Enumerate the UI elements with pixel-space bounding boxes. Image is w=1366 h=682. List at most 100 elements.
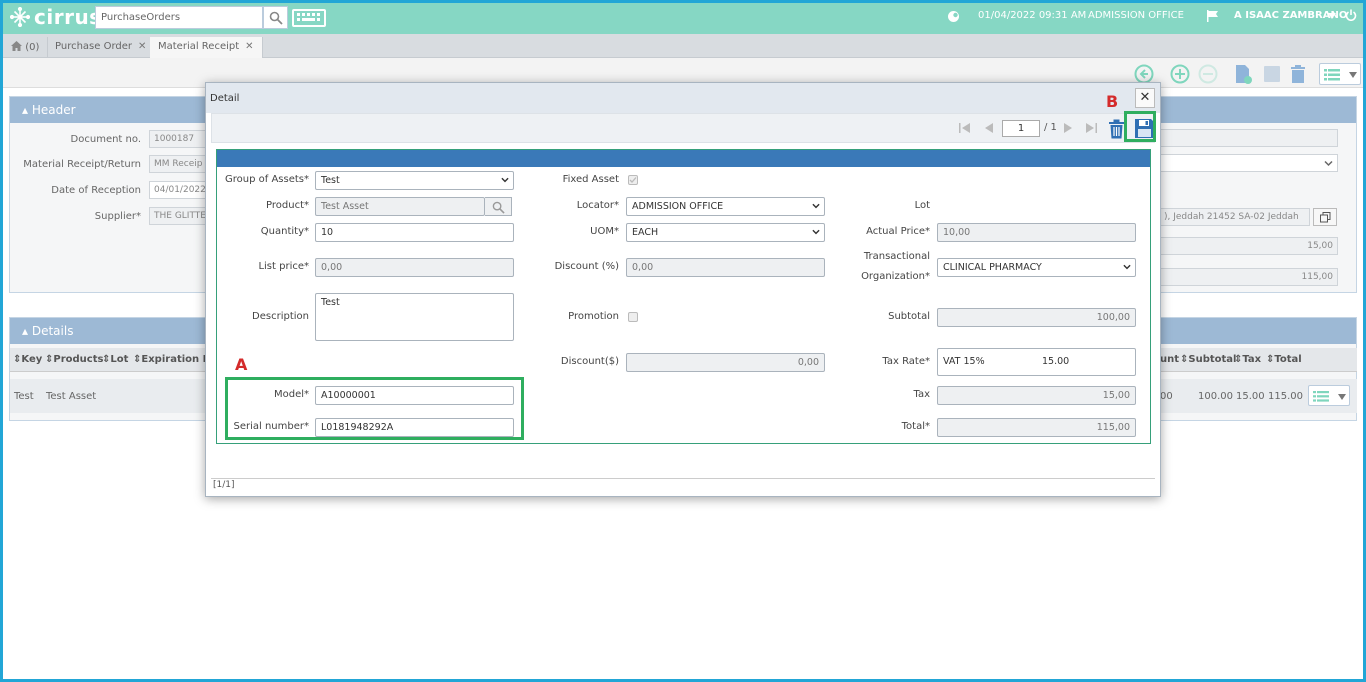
close-button[interactable]: ✕ [1135,88,1155,108]
page-total: / 1 [1044,122,1057,133]
header-field-blank[interactable] [1159,129,1338,147]
dialog-toolbar: 1 / 1 [211,113,1155,143]
promotion-checkbox[interactable] [628,312,638,322]
chevron-down-icon [1349,72,1357,78]
fixed-asset-checkbox[interactable] [628,175,638,185]
trash-icon[interactable] [1289,64,1307,84]
group-of-assets-value: Test [321,175,340,186]
list-menu-button[interactable] [1319,63,1361,85]
transactional-organization-select[interactable]: CLINICAL PHARMACY [937,258,1136,277]
snowflake-logo-icon [10,7,30,27]
global-search-input[interactable]: PurchaseOrders [95,6,263,29]
close-icon[interactable]: ✕ [245,41,253,52]
column-amount[interactable]: unt [1160,354,1179,365]
back-icon[interactable] [1134,64,1154,84]
date-of-reception-field[interactable]: 04/01/2022 [149,181,209,199]
keyboard-icon[interactable] [292,9,326,27]
subtotal-label: Subtotal [888,311,930,322]
row-product: Test Asset [46,391,97,402]
table-row[interactable]: 00 100.00 15.00 115.00 [1160,379,1357,413]
tab-home[interactable]: (0) [3,37,49,58]
check-icon [629,177,637,183]
promotion-label: Promotion [568,311,619,322]
search-icon [492,201,505,214]
delete-icon[interactable] [1108,119,1125,139]
discount-percent-field[interactable]: 0,00 [626,258,825,277]
last-page-icon[interactable] [1085,123,1097,133]
transactional-organization-value: CLINICAL PHARMACY [943,262,1042,273]
description-textarea[interactable]: Test [315,293,514,341]
discount-percent-label: Discount (%) [554,261,619,272]
date-of-reception-label: Date of Reception [51,185,141,196]
tax-rate-value: 15.00 [1042,356,1070,367]
discount-amount-field[interactable]: 0,00 [626,353,825,372]
copy-button[interactable] [1313,208,1337,226]
tab-material-receipt[interactable]: Material Receipt ✕ [150,37,263,58]
tab-purchase-order[interactable]: Purchase Order ✕ [47,37,156,58]
tax-rate-name: VAT 15% [943,356,985,367]
app-logo[interactable]: cirrus [10,5,102,29]
material-receipt-select[interactable]: MM Receip [149,155,209,173]
next-page-icon[interactable] [1063,123,1072,133]
add-icon[interactable] [1170,64,1190,84]
power-icon[interactable] [1345,9,1357,21]
globe-icon[interactable] [947,10,960,23]
tab-purchase-order-label: Purchase Order [55,41,133,52]
subtotal-field[interactable]: 100,00 [937,308,1136,327]
location-text[interactable]: ADMISSION OFFICE [1088,10,1184,21]
new-document-icon[interactable] [1233,64,1253,84]
annotation-label-b: B [1106,92,1119,111]
product-label: Product* [266,200,309,211]
chevron-down-icon [1324,160,1333,167]
fixed-asset-label: Fixed Asset [562,174,619,185]
header-amount-1[interactable]: 15,00 [1159,237,1338,255]
page-number-input[interactable]: 1 [1002,120,1040,137]
row-key: Test [14,391,34,402]
table-row[interactable]: Test Test Asset [10,379,206,413]
document-no-field[interactable]: 1000187 [149,130,209,148]
tax-field[interactable]: 15,00 [937,386,1136,405]
header-amount-2[interactable]: 115,00 [1159,268,1338,286]
previous-page-icon[interactable] [985,123,994,133]
chevron-down-icon [1123,264,1131,270]
tax-rate-field[interactable]: VAT 15% 15.00 [937,348,1136,376]
row-subtotal: 100.00 [1198,391,1233,402]
group-of-assets-select[interactable]: Test [315,171,514,190]
chevron-down-icon [501,177,509,183]
close-icon[interactable]: ✕ [138,41,146,52]
total-field[interactable]: 115,00 [937,418,1136,437]
cancel-icon[interactable] [1198,64,1218,84]
column-subtotal[interactable]: ⇕Subtotal [1180,354,1236,365]
column-tax[interactable]: ⇕Tax [1234,354,1261,365]
transactional-label-line2: Organization* [861,271,930,282]
locator-select[interactable]: ADMISSION OFFICE [626,197,825,216]
chevron-down-icon [812,203,820,209]
row-menu-button[interactable] [1308,385,1350,406]
tax-label: Tax [913,389,931,400]
column-lot[interactable]: ⇕Lot [102,354,128,365]
quantity-field[interactable]: 10 [315,223,514,242]
search-button[interactable] [263,6,288,29]
column-products[interactable]: ⇕Products [45,354,103,365]
list-price-field[interactable]: 0,00 [315,258,514,277]
header-select-blank[interactable] [1159,154,1338,172]
group-of-assets-label: Group of Assets* [225,174,309,185]
first-page-icon[interactable] [959,123,971,133]
chevron-down-icon [812,229,820,235]
product-search-button[interactable] [485,197,512,216]
supplier-address-field[interactable]: ), Jeddah 21452 SA-02 Jeddah [1159,208,1310,226]
list-price-label: List price* [258,261,309,272]
column-key[interactable]: ⇕Key [13,354,42,365]
product-field[interactable]: Test Asset [315,197,485,216]
flag-icon[interactable] [1206,10,1219,22]
actual-price-field[interactable]: 10,00 [937,223,1136,242]
tax-rate-label: Tax Rate* [882,356,930,367]
uom-select[interactable]: EACH [626,223,825,242]
details-grid-header-left: ⇕Key ⇕Products ⇕Lot ⇕Expiration Dat [10,348,222,372]
supplier-field[interactable]: THE GLITTE [149,207,209,225]
material-receipt-label: Material Receipt/Return [23,159,141,170]
column-total[interactable]: ⇕Total [1266,354,1302,365]
save-disabled-icon[interactable] [1262,64,1282,84]
chevron-down-icon[interactable] [1328,13,1336,19]
locator-value: ADMISSION OFFICE [632,201,724,212]
